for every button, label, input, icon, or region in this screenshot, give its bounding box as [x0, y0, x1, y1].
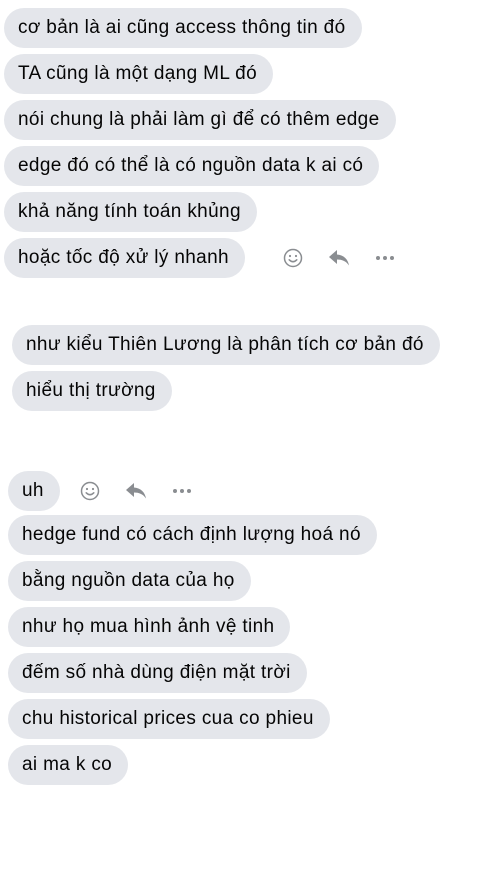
- reply-icon[interactable]: [316, 238, 362, 278]
- message-bubble[interactable]: nói chung là phải làm gì để có thêm edge: [4, 100, 396, 140]
- message-bubble[interactable]: TA cũng là một dạng ML đó: [4, 54, 273, 94]
- message-actions: [67, 471, 205, 511]
- smiley-icon[interactable]: [67, 471, 113, 511]
- more-icon[interactable]: [362, 238, 408, 278]
- message-bubble[interactable]: hiểu thị trường: [12, 371, 172, 411]
- message-bubble[interactable]: edge đó có thể là có nguồn data k ai có: [4, 146, 380, 186]
- message-bubble[interactable]: bằng nguồn data của họ: [8, 561, 251, 601]
- message-bubble[interactable]: ai ma k co: [8, 745, 129, 785]
- message-bubble[interactable]: hedge fund có cách định lượng hoá nó: [8, 515, 377, 555]
- message-bubble[interactable]: cơ bản là ai cũng access thông tin đó: [4, 8, 362, 48]
- more-icon[interactable]: [159, 471, 205, 511]
- message-bubble[interactable]: như kiểu Thiên Lương là phân tích cơ bản…: [12, 325, 440, 365]
- smiley-icon[interactable]: [270, 238, 316, 278]
- message-bubble[interactable]: chu historical prices cua co phieu: [8, 699, 330, 739]
- message-bubble[interactable]: khả năng tính toán khủng: [4, 192, 257, 232]
- message-actions: [270, 238, 408, 278]
- message-bubble[interactable]: như họ mua hình ảnh vệ tinh: [8, 607, 291, 647]
- message-bubble[interactable]: uh: [8, 471, 60, 511]
- message-bubble[interactable]: đếm số nhà dùng điện mặt trời: [8, 653, 307, 693]
- reply-icon[interactable]: [113, 471, 159, 511]
- message-bubble[interactable]: hoặc tốc độ xử lý nhanh: [4, 238, 245, 278]
